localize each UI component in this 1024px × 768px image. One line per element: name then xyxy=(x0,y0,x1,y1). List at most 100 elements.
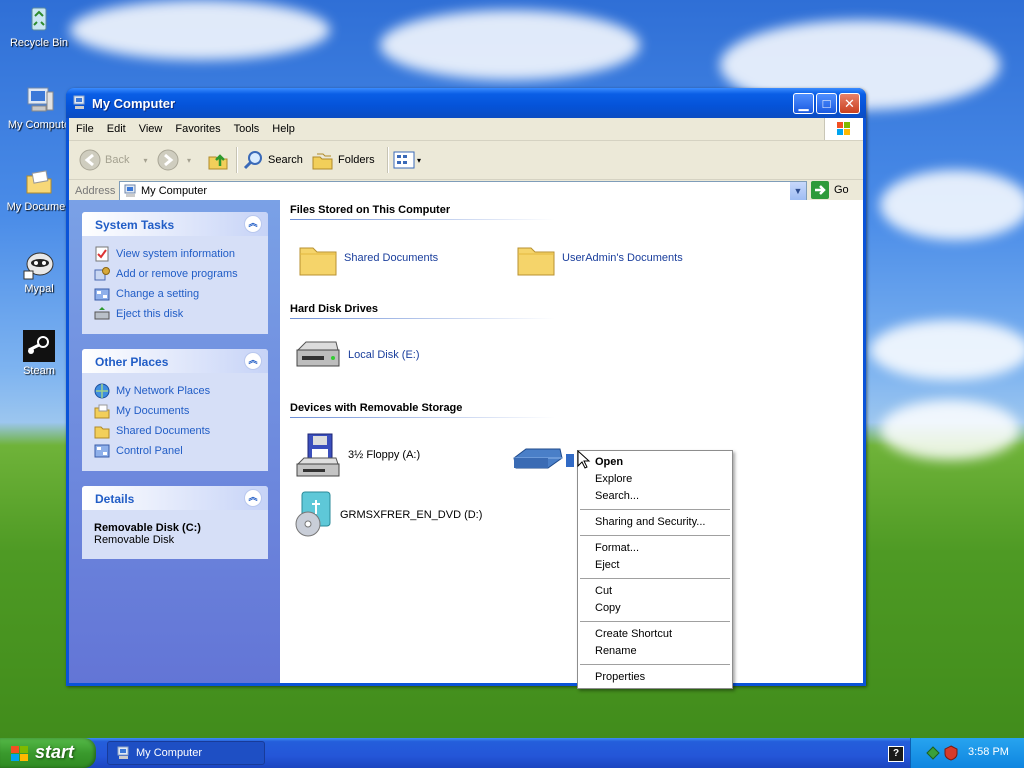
place-label: My Network Places xyxy=(116,385,211,397)
add-remove-programs-icon xyxy=(94,267,110,281)
cloud xyxy=(880,170,1024,240)
folders-button[interactable]: Folders xyxy=(312,147,375,173)
chevron-down-icon: ▾ xyxy=(187,155,192,165)
context-menu: Open Explore Search... Sharing and Secur… xyxy=(577,450,733,689)
back-button[interactable]: Back ▾ xyxy=(79,147,147,173)
title-bar[interactable]: My Computer ▁ □ ✕ xyxy=(66,88,866,118)
taskbar-task-my-computer[interactable]: My Computer xyxy=(107,741,265,765)
steam-icon xyxy=(23,330,55,362)
collapse-chevron-icon[interactable]: ︽ xyxy=(244,352,262,370)
task-eject-disk[interactable]: Eject this disk xyxy=(94,304,268,324)
desktop-icon-steam[interactable]: Steam xyxy=(4,330,74,377)
menu-item-properties[interactable]: Properties xyxy=(578,669,732,686)
task-label: View system information xyxy=(116,248,236,260)
content-area: System Tasks ︽ View system information A… xyxy=(69,200,863,683)
system-tasks-panel: System Tasks ︽ View system information A… xyxy=(82,212,268,334)
menu-separator xyxy=(580,578,730,579)
menu-item-create-shortcut[interactable]: Create Shortcut xyxy=(578,626,732,643)
place-shared-documents[interactable]: Shared Documents xyxy=(94,421,268,441)
task-label: Change a setting xyxy=(116,288,200,300)
system-information-icon xyxy=(95,246,109,262)
collapse-chevron-icon[interactable]: ︽ xyxy=(244,489,262,507)
task-add-remove-programs[interactable]: Add or remove programs xyxy=(94,264,268,284)
details-name: Removable Disk (C:) xyxy=(94,522,201,534)
chevron-down-icon: ▾ xyxy=(417,155,422,165)
item-removable-disk-c[interactable] xyxy=(512,446,574,474)
go-button[interactable]: Go xyxy=(811,181,849,199)
menu-item-sharing-security[interactable]: Sharing and Security... xyxy=(578,514,732,531)
views-button[interactable]: ▾ xyxy=(393,147,421,173)
maximize-button[interactable]: □ xyxy=(816,93,837,114)
place-my-network-places[interactable]: My Network Places xyxy=(94,381,268,401)
item-local-disk-e[interactable]: Local Disk (E:) xyxy=(294,338,420,372)
mouse-cursor-icon xyxy=(577,450,591,469)
my-documents-icon xyxy=(23,166,55,198)
menu-tools[interactable]: Tools xyxy=(227,118,266,135)
menu-item-explore[interactable]: Explore xyxy=(578,471,732,488)
network-places-icon xyxy=(94,383,110,399)
group-header: Devices with Removable Storage xyxy=(290,402,463,414)
desktop-icon-my-computer[interactable]: My Compute xyxy=(4,84,74,131)
desktop-icon-mypal[interactable]: Mypal xyxy=(4,248,74,295)
folder-icon xyxy=(299,247,337,276)
mypal-icon xyxy=(23,248,55,280)
close-button[interactable]: ✕ xyxy=(839,93,860,114)
menu-item-cut[interactable]: Cut xyxy=(578,583,732,600)
details-header[interactable]: Details ︽ xyxy=(82,486,268,510)
search-button[interactable]: Search xyxy=(242,147,303,173)
item-floppy-a[interactable]: 3½ Floppy (A:) xyxy=(294,432,420,478)
system-tray: 3:58 PM xyxy=(910,738,1024,768)
place-label: Control Panel xyxy=(116,445,183,457)
up-folder-button[interactable] xyxy=(207,147,229,173)
menu-edit[interactable]: Edit xyxy=(100,118,132,135)
task-change-setting[interactable]: Change a setting xyxy=(94,284,268,304)
panel-title: Other Places xyxy=(95,355,169,369)
desktop-icon-label: My Documen xyxy=(6,201,72,213)
panel-title: Details xyxy=(95,492,135,506)
item-useradmin-documents[interactable]: UserAdmin's Documents xyxy=(516,238,683,278)
control-panel-icon xyxy=(94,288,110,301)
menu-file[interactable]: File xyxy=(69,118,100,135)
menu-item-rename[interactable]: Rename xyxy=(578,643,732,660)
desktop-icon-label: Steam xyxy=(23,365,55,377)
menu-separator xyxy=(580,621,730,622)
menu-view[interactable]: View xyxy=(132,118,169,135)
toolbar: Back ▾ ▾ Search Folders ▾ xyxy=(69,141,863,180)
item-dvd-d[interactable]: GRMSXFRER_EN_DVD (D:) xyxy=(294,490,482,540)
place-my-documents[interactable]: My Documents xyxy=(94,401,268,421)
views-grid-icon xyxy=(393,151,415,169)
menu-favorites[interactable]: Favorites xyxy=(168,118,226,135)
up-folder-icon xyxy=(208,154,228,170)
other-places-header[interactable]: Other Places ︽ xyxy=(82,349,268,373)
windows-flag-icon xyxy=(11,746,28,761)
menu-item-format[interactable]: Format... xyxy=(578,540,732,557)
menu-item-eject[interactable]: Eject xyxy=(578,557,732,574)
menu-item-copy[interactable]: Copy xyxy=(578,600,732,617)
window-title: My Computer xyxy=(92,96,176,111)
task-pane: System Tasks ︽ View system information A… xyxy=(69,200,280,683)
forward-button[interactable]: ▾ xyxy=(157,147,191,173)
help-icon[interactable]: ? xyxy=(888,746,904,762)
item-shared-documents[interactable]: Shared Documents xyxy=(298,238,438,278)
minimize-button[interactable]: ▁ xyxy=(793,93,814,114)
back-arrow-icon xyxy=(79,149,101,171)
task-view-system-information[interactable]: View system information xyxy=(94,244,268,264)
address-input[interactable]: My Computer ▼ xyxy=(119,181,807,201)
menu-item-open[interactable]: Open xyxy=(578,454,732,471)
network-tray-icon[interactable] xyxy=(925,745,941,761)
menu-item-search[interactable]: Search... xyxy=(578,488,732,505)
chevron-down-icon: ▼ xyxy=(793,186,803,196)
system-tasks-header[interactable]: System Tasks ︽ xyxy=(82,212,268,236)
recycle-bin-icon xyxy=(23,2,55,34)
desktop-icon-label: Mypal xyxy=(24,283,54,295)
security-shield-icon[interactable] xyxy=(943,745,959,761)
item-label: 3½ Floppy (A:) xyxy=(348,449,421,461)
collapse-chevron-icon[interactable]: ︽ xyxy=(244,215,262,233)
item-label: GRMSXFRER_EN_DVD (D:) xyxy=(340,509,483,521)
menu-help[interactable]: Help xyxy=(265,118,301,135)
address-dropdown-button[interactable]: ▼ xyxy=(790,182,806,200)
place-control-panel[interactable]: Control Panel xyxy=(94,441,268,461)
desktop-icon-my-documents[interactable]: My Documen xyxy=(4,166,74,213)
start-button[interactable]: start xyxy=(0,738,96,768)
desktop-icon-recycle-bin[interactable]: Recycle Bin xyxy=(4,2,74,49)
